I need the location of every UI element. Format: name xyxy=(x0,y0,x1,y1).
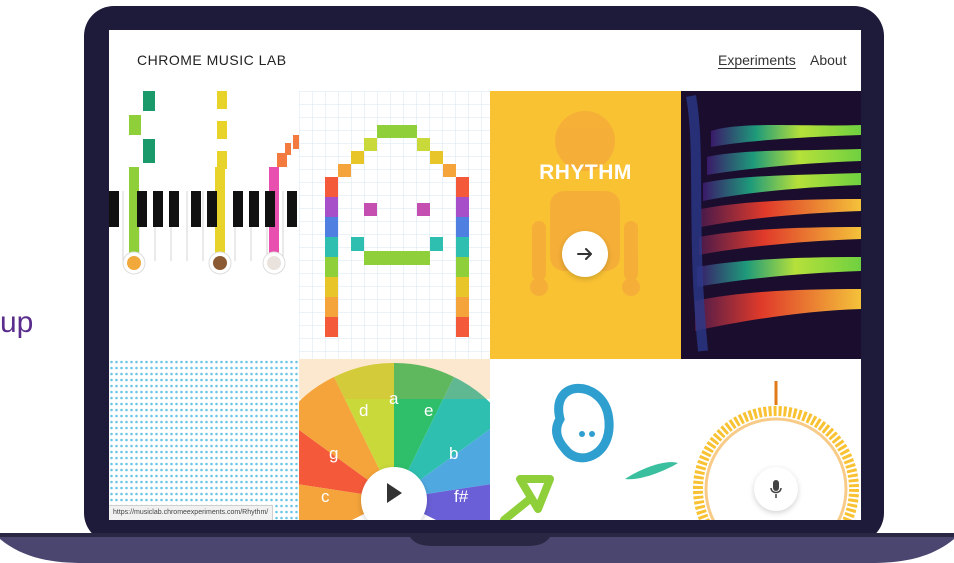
nav-experiments[interactable]: Experiments xyxy=(718,52,796,68)
tile-chords[interactable]: d a e g b c f# xyxy=(299,359,490,520)
note-a[interactable]: a xyxy=(389,389,398,409)
tile-rhythm[interactable]: RHYTHM xyxy=(490,91,681,359)
tile-kandinsky-shapes[interactable] xyxy=(490,359,681,520)
note-e[interactable]: e xyxy=(424,401,433,421)
piano-illustration xyxy=(109,91,299,275)
play-icon xyxy=(387,483,402,503)
microphone-icon xyxy=(770,480,782,498)
top-navigation: CHROME MUSIC LAB Experiments About xyxy=(109,30,861,91)
note-c[interactable]: c xyxy=(321,487,330,507)
voice-mic-button[interactable] xyxy=(754,467,798,511)
note-b[interactable]: b xyxy=(449,444,458,464)
tile-melody-maker[interactable] xyxy=(109,91,299,359)
laptop-base xyxy=(0,533,954,563)
tile-arpeggios[interactable]: https://musiclab.chromeexperiments.com/R… xyxy=(109,359,299,520)
rhythm-robot-illustration xyxy=(530,111,640,296)
tile-spectrogram[interactable] xyxy=(681,91,861,359)
note-g[interactable]: g xyxy=(329,444,338,464)
tile-kandinsky[interactable] xyxy=(299,91,490,359)
rhythm-title: RHYTHM xyxy=(539,161,632,184)
status-bar-url: https://musiclab.chromeexperiments.com/R… xyxy=(109,505,274,520)
nav-about[interactable]: About xyxy=(810,52,847,68)
spectrogram-illustration xyxy=(681,91,861,359)
brand-logo[interactable]: CHROME MUSIC LAB xyxy=(137,52,287,68)
partial-side-text: up xyxy=(0,306,34,339)
arrow-right-icon xyxy=(577,248,592,260)
dot-grid-illustration xyxy=(109,359,299,520)
rhythm-open-button[interactable] xyxy=(562,231,608,277)
browser-screen: CHROME MUSIC LAB Experiments About RHYTH… xyxy=(109,30,861,520)
note-f-sharp[interactable]: f# xyxy=(454,487,468,507)
note-d[interactable]: d xyxy=(359,401,368,421)
shapes-illustration xyxy=(500,383,678,520)
pixel-face-illustration xyxy=(299,91,490,359)
tile-voice-spinner[interactable] xyxy=(681,359,861,520)
